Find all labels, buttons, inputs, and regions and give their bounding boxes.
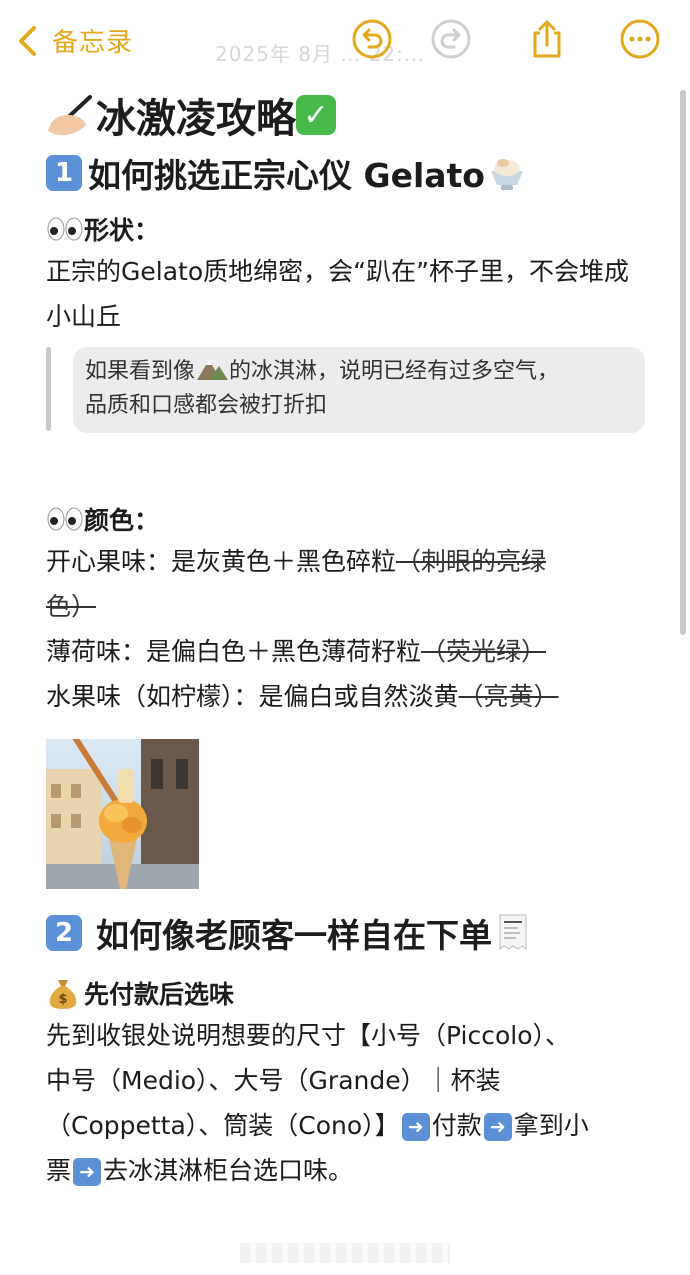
fruit-text: 水果味（如柠檬）：是偏白或自然淡黄（亮黄） bbox=[46, 674, 654, 719]
check-mark-icon: ✓ bbox=[296, 95, 336, 135]
mint-main: 薄荷味：是偏白色＋黑色薄荷籽粒 bbox=[46, 637, 422, 666]
chevron-left-icon bbox=[19, 25, 36, 56]
shaved-ice-icon bbox=[490, 159, 523, 190]
faded-footer bbox=[240, 1243, 450, 1263]
section2-heading: 2 如何像老顾客一样自在下单 bbox=[46, 903, 654, 963]
receipt-icon bbox=[499, 914, 527, 950]
shape-label: 形状： bbox=[46, 209, 654, 249]
scrollbar[interactable] bbox=[680, 90, 686, 635]
note-body[interactable]: 冰激凌攻略 ✓ 1 如何挑选正宗心仪 Gelato 形状： 正宗的Gelato质… bbox=[46, 80, 654, 1193]
keycap-2-icon: 2 bbox=[46, 915, 82, 951]
gelato-photo-image bbox=[46, 739, 199, 889]
order-line-4a: 票 bbox=[46, 1156, 72, 1185]
fruit-strike: （亮黄） bbox=[458, 682, 559, 711]
order-line-1: 先到收银处说明想要的尺寸【小号（Piccolo）、 bbox=[46, 1021, 571, 1050]
pistachio-strike-2: 色） bbox=[46, 592, 97, 621]
pistachio-main: 开心果味：是灰黄色＋黑色碎粒 bbox=[46, 547, 397, 576]
mountain-icon bbox=[197, 360, 229, 380]
writing-hand-icon bbox=[48, 95, 92, 135]
mint-strike: （荧光绿） bbox=[421, 637, 547, 666]
quote-text-1: 如果看到像 bbox=[85, 359, 196, 384]
section1-heading-text: 如何挑选正宗心仪 Gelato bbox=[88, 156, 485, 195]
pistachio-text: 开心果味：是灰黄色＋黑色碎粒（刺眼的亮绿 色） bbox=[46, 539, 654, 629]
back-label: 备忘录 bbox=[52, 28, 134, 58]
note-title: 冰激凌攻略 ✓ bbox=[46, 87, 654, 143]
redo-icon[interactable] bbox=[430, 18, 472, 60]
order-line-3a: （Coppetta）、筒装（Cono）】 bbox=[46, 1111, 400, 1140]
color-label-text: 颜色： bbox=[84, 506, 160, 535]
order-text: 先到收银处说明想要的尺寸【小号（Piccolo）、 中号（Medio）、大号（G… bbox=[46, 1013, 654, 1193]
svg-text:$: $ bbox=[58, 992, 67, 1007]
color-label: 颜色： bbox=[46, 499, 654, 539]
shape-label-text: 形状： bbox=[84, 216, 160, 245]
quote-text-2: 的冰淇淋，说明已经有过多空气， bbox=[229, 359, 560, 384]
right-arrow-icon: ➜ bbox=[73, 1158, 102, 1186]
section2-heading-text: 如何像老顾客一样自在下单 bbox=[96, 916, 492, 955]
pistachio-strike-1: （刺眼的亮绿 bbox=[396, 547, 547, 576]
order-line-3c: 拿到小 bbox=[513, 1111, 589, 1140]
note-date: 2025年 8月 … 22:… bbox=[215, 42, 425, 66]
mint-text: 薄荷味：是偏白色＋黑色薄荷籽粒（荧光绿） bbox=[46, 629, 654, 674]
quote-text-3: 品质和口感都会被打折扣 bbox=[85, 393, 328, 418]
gelato-photo[interactable] bbox=[46, 739, 199, 889]
order-line-4b: 去冰淇淋柜台选口味。 bbox=[103, 1156, 354, 1185]
quote-bar bbox=[46, 347, 51, 431]
title-text: 冰激凌攻略 bbox=[96, 96, 296, 142]
shape-text: 正宗的Gelato质地绵密，会“趴在”杯子里，不会堆成小山丘 bbox=[46, 257, 630, 331]
toolbar: 备忘录 2025年 8月 … 22:… bbox=[0, 0, 690, 80]
more-icon[interactable] bbox=[619, 18, 661, 60]
section1-heading: 1 如何挑选正宗心仪 Gelato bbox=[46, 143, 654, 203]
eyes-icon bbox=[47, 507, 83, 531]
eyes-icon bbox=[47, 217, 83, 241]
keycap-1-icon: 1 bbox=[46, 155, 82, 191]
money-bag-icon: $ bbox=[49, 980, 77, 1009]
right-arrow-icon: ➜ bbox=[401, 1113, 430, 1141]
fruit-main: 水果味（如柠檬）：是偏白或自然淡黄 bbox=[46, 682, 459, 711]
blockquote: 如果看到像 的冰淇淋，说明已经有过多空气， 品质和口感都会被打折扣 bbox=[46, 347, 654, 435]
undo-icon[interactable] bbox=[351, 18, 393, 60]
order-line-3b: 付款 bbox=[431, 1111, 482, 1140]
share-icon[interactable] bbox=[526, 18, 568, 60]
quote-box: 如果看到像 的冰淇淋，说明已经有过多空气， 品质和口感都会被打折扣 bbox=[73, 347, 645, 433]
right-arrow-icon: ➜ bbox=[483, 1113, 512, 1141]
pay-first-label-text: 先付款后选味 bbox=[84, 980, 235, 1009]
pay-first-label: $ 先付款后选味 bbox=[46, 973, 654, 1013]
back-button[interactable]: 备忘录 bbox=[14, 22, 133, 59]
order-line-2: 中号（Medio）、大号（Grande）｜杯装 bbox=[46, 1066, 501, 1095]
